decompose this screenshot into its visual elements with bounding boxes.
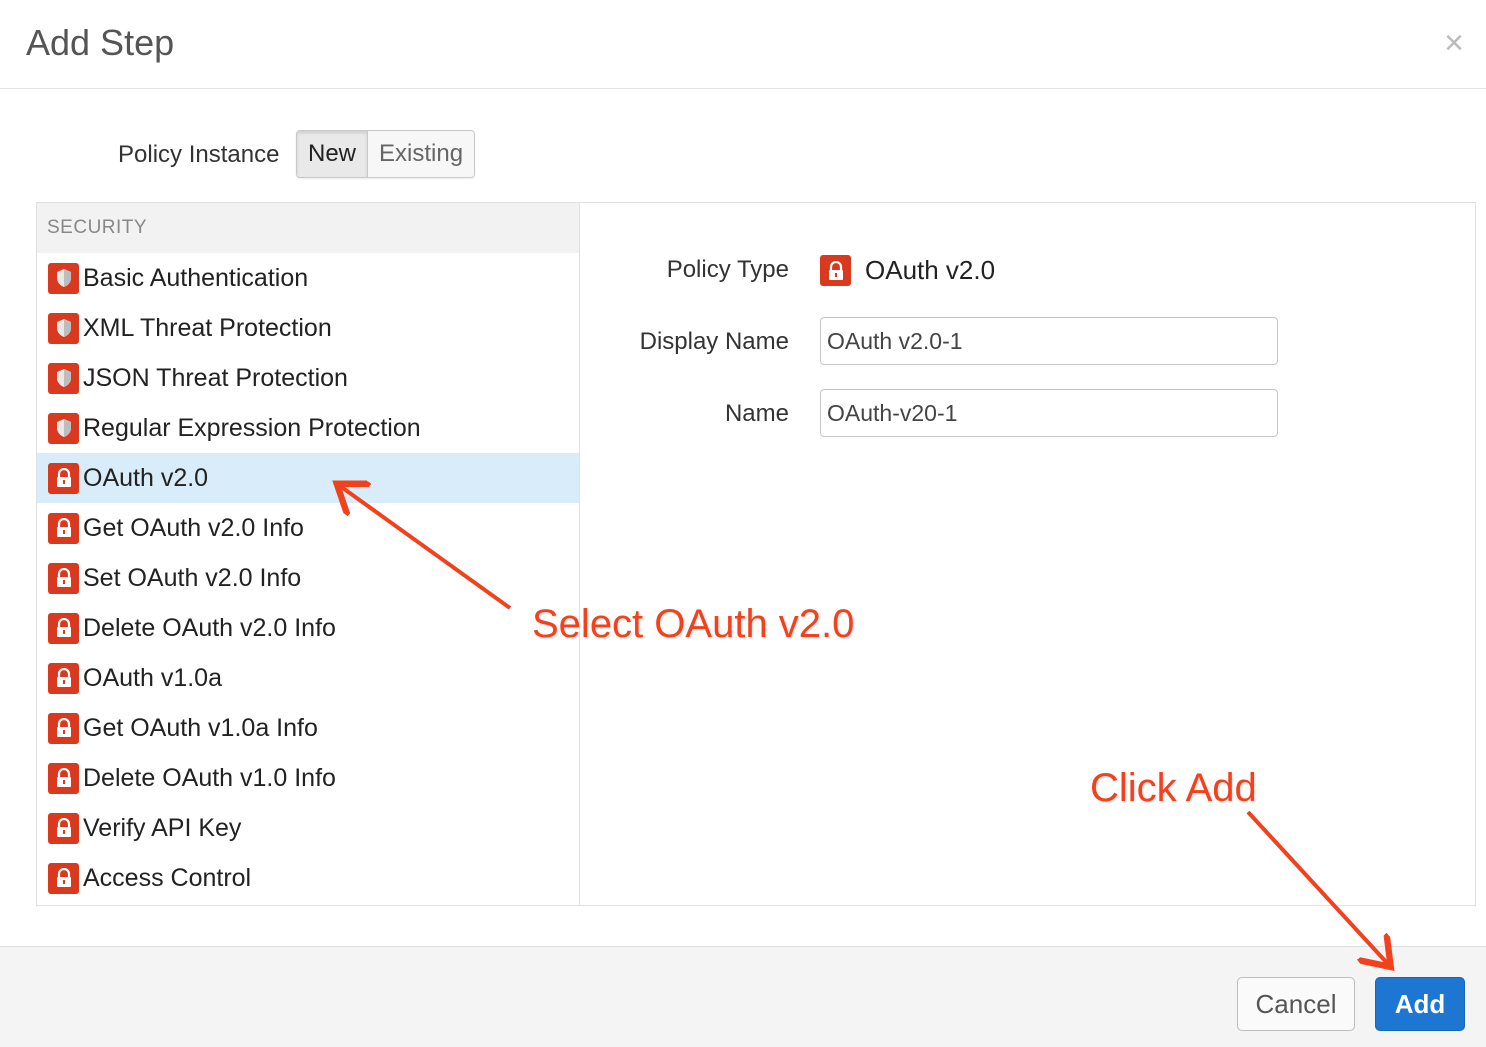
policy-list-item[interactable]: Delete OAuth v2.0 Info xyxy=(37,603,579,653)
lock-icon xyxy=(48,762,79,794)
policy-list-item-label: OAuth v1.0a xyxy=(83,663,222,692)
policy-instance-new-option[interactable]: New xyxy=(297,131,369,177)
shield-icon xyxy=(48,412,79,444)
policy-list-item-label: OAuth v2.0 xyxy=(83,463,209,492)
policy-list-item[interactable]: Basic Authentication xyxy=(37,253,579,303)
policy-list-item[interactable]: Access Control xyxy=(37,853,579,903)
policy-list-item-label: Access Control xyxy=(83,863,252,892)
display-name-label: Display Name xyxy=(639,328,789,355)
policy-list-item[interactable]: Get OAuth v1.0a Info xyxy=(37,703,579,753)
lock-icon xyxy=(48,862,79,894)
policy-list-item-label: JSON Threat Protection xyxy=(83,363,348,392)
lock-icon xyxy=(820,255,851,286)
dialog-footer: Cancel Add xyxy=(0,946,1486,1047)
policy-instance-label: Policy Instance xyxy=(118,141,280,168)
policy-list-item-label: Get OAuth v1.0a Info xyxy=(83,713,318,742)
policy-type-label: Policy Type xyxy=(666,256,789,283)
shield-icon xyxy=(48,362,79,394)
lock-icon xyxy=(48,562,79,594)
policy-list-item[interactable]: Get OAuth v2.0 Info xyxy=(37,503,579,553)
policy-type-value: OAuth v2.0 xyxy=(820,255,995,286)
close-icon[interactable]: × xyxy=(1444,26,1464,60)
policy-list-item-label: XML Threat Protection xyxy=(83,313,332,342)
annotation-select: Select OAuth v2.0 xyxy=(532,602,855,646)
policy-list-item-label: Delete OAuth v2.0 Info xyxy=(83,613,336,642)
lock-icon xyxy=(48,512,79,544)
shield-icon xyxy=(48,312,79,344)
lock-icon xyxy=(48,812,79,844)
policy-list-item[interactable]: Regular Expression Protection xyxy=(37,403,579,453)
policy-list-item-label: Delete OAuth v1.0 Info xyxy=(83,763,336,792)
dialog-header: Add Step × xyxy=(0,0,1486,89)
display-name-field[interactable] xyxy=(820,317,1278,365)
policy-list-item[interactable]: Verify API Key xyxy=(37,803,579,853)
policy-instance-toggle: New Existing xyxy=(296,130,476,178)
policy-type-text: OAuth v2.0 xyxy=(865,255,996,285)
policy-instance-existing-option[interactable]: Existing xyxy=(368,131,475,177)
policy-list-item-label: Basic Authentication xyxy=(83,263,309,292)
policy-list-item[interactable]: OAuth v2.0 xyxy=(37,453,579,503)
policy-list-item[interactable]: XML Threat Protection xyxy=(37,303,579,353)
policy-list-item[interactable]: JSON Threat Protection xyxy=(37,353,579,403)
policy-list-item-label: Get OAuth v2.0 Info xyxy=(83,513,304,542)
name-field[interactable] xyxy=(820,389,1278,437)
name-label: Name xyxy=(724,400,789,427)
annotation-click-add: Click Add xyxy=(1090,766,1257,810)
shield-icon xyxy=(48,262,79,294)
policy-list-item[interactable]: OAuth v1.0a xyxy=(37,653,579,703)
lock-icon xyxy=(48,662,79,694)
policy-list-item-label: Verify API Key xyxy=(83,813,242,842)
dialog-title: Add Step xyxy=(26,22,175,63)
policy-details: Policy Type OAuth v2.0 Display Name Name xyxy=(580,203,1475,905)
policy-list[interactable]: SECURITY Basic Authentication XML Threat … xyxy=(37,203,580,905)
policy-list-item[interactable]: Delete OAuth v1.0 Info xyxy=(37,753,579,803)
add-button[interactable]: Add xyxy=(1375,977,1465,1031)
lock-icon xyxy=(48,462,79,494)
cancel-button[interactable]: Cancel xyxy=(1237,977,1355,1031)
step-panel: SECURITY Basic Authentication XML Threat … xyxy=(36,202,1476,906)
category-header: SECURITY xyxy=(37,203,579,253)
policy-list-item[interactable]: Set OAuth v2.0 Info xyxy=(37,553,579,603)
lock-icon xyxy=(48,612,79,644)
policy-list-item-label: Set OAuth v2.0 Info xyxy=(83,563,302,592)
lock-icon xyxy=(48,712,79,744)
policy-list-item-label: Regular Expression Protection xyxy=(83,413,421,442)
